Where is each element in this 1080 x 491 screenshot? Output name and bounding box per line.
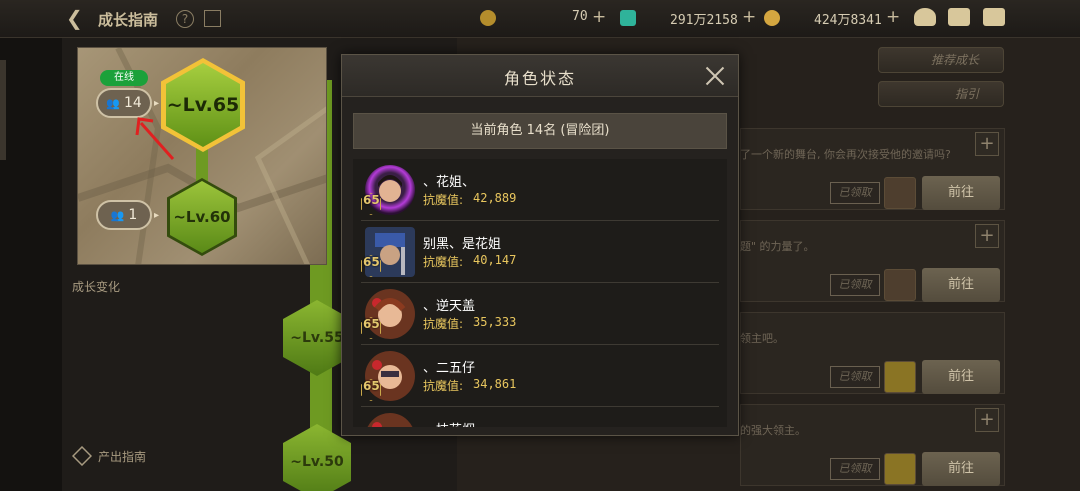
hex-connector [196, 148, 208, 182]
chevron-right-icon: ▸ [154, 98, 160, 109]
coin-stack-icon [884, 361, 916, 393]
level-label: ~Lv.60 [170, 181, 234, 253]
stat-label: 抗魔值: [423, 317, 464, 331]
currency-value: 291万2158 [670, 13, 738, 28]
people-icon: 👥 [106, 96, 120, 110]
left-edge-tab[interactable] [0, 60, 6, 160]
go-button[interactable]: 前往 [922, 268, 1000, 302]
mystery-reward-icon [884, 453, 916, 485]
gold-coin-icon [480, 10, 496, 26]
claimed-badge: 已领取 [830, 458, 880, 480]
currency-value: 424万8341 [814, 13, 882, 28]
dialog-title: 角色状态 [503, 69, 576, 88]
stat-label: 抗魔值: [423, 379, 464, 393]
guide-tab[interactable]: 指引 [878, 81, 1004, 107]
character-name: 、逆天盖 [423, 299, 476, 314]
anti-magic-value: 34,861 [473, 377, 517, 391]
produce-guide-icon [71, 445, 93, 467]
task-text: 领主吧。 [740, 332, 784, 345]
task-text: 题" 的力量了。 [740, 240, 815, 253]
go-button[interactable]: 前往 [922, 360, 1000, 394]
dialog-header: 角色状态 [342, 55, 738, 97]
stat-label: 抗魔值: [423, 255, 464, 269]
level-badge: 65 [363, 317, 385, 337]
online-badge: 在线 [100, 70, 148, 86]
chevron-right-icon: ▸ [154, 210, 160, 221]
character-name: 、花姐、 [423, 175, 476, 190]
player-count-pill[interactable]: 👥 14 [96, 88, 152, 118]
character-row[interactable]: 65 、花姐、 抗魔值: 42,889 [361, 159, 719, 221]
level-badge: 65 [363, 379, 385, 399]
level-badge: 65 [363, 193, 385, 213]
anti-magic-value: 42,889 [473, 191, 517, 205]
go-button[interactable]: 前往 [922, 176, 1000, 210]
reward-icon [884, 269, 916, 301]
character-row[interactable]: 65 别黑、是花姐 抗魔值: 40,147 [361, 221, 719, 283]
red-arrow-annotation [135, 117, 175, 160]
add-currency-button[interactable]: + [886, 7, 900, 27]
anti-magic-value: 35,333 [473, 315, 517, 329]
growth-change-label[interactable]: 成长变化 [72, 278, 120, 295]
character-status-dialog: 角色状态 当前角色 14名 (冒险团) 65 、花姐、 抗魔值: 42,889 … [341, 54, 739, 436]
add-currency-button[interactable]: + [592, 7, 606, 27]
expand-button[interactable]: + [975, 224, 999, 248]
reward-icon [884, 177, 916, 209]
bag-icon[interactable] [914, 8, 936, 26]
character-row[interactable]: 65 、二五仔 抗魔值: 34,861 [361, 345, 719, 407]
character-avatar [365, 413, 415, 427]
player-count-pill[interactable]: 👥 1 [96, 200, 152, 230]
character-name: 、技花烟 [423, 419, 475, 427]
expand-button[interactable]: + [975, 408, 999, 432]
character-name: 、二五仔 [423, 361, 476, 376]
character-row[interactable]: 65 、逆天盖 抗魔值: 35,333 [361, 283, 719, 345]
claimed-badge: 已领取 [830, 274, 880, 296]
add-currency-button[interactable]: + [742, 7, 756, 27]
claimed-badge: 已领取 [830, 366, 880, 388]
character-list[interactable]: 65 、花姐、 抗魔值: 42,889 65 别黑、是花姐 抗魔值: 40,14… [353, 159, 727, 427]
close-icon[interactable] [704, 65, 726, 87]
chat-icon[interactable] [983, 8, 1005, 26]
character-row[interactable]: 、技花烟 [361, 407, 719, 427]
page-title: 成长指南 [98, 11, 159, 29]
top-bar: ❮ 成长指南 ? 70 + 291万2158 + 424万8341 + [0, 0, 1080, 38]
back-arrow-icon[interactable]: ❮ [66, 7, 88, 29]
crystal-icon [620, 10, 636, 26]
produce-guide-label[interactable]: 产出指南 [98, 448, 146, 465]
player-count: 14 [123, 95, 142, 111]
claimed-badge: 已领取 [830, 182, 880, 204]
anti-magic-value: 40,147 [473, 253, 517, 267]
character-name: 别黑、是花姐 [423, 237, 502, 252]
task-text: 了一个新的舞台, 你会再次接受他的邀请吗? [740, 148, 951, 161]
people-icon: 👥 [110, 208, 125, 222]
character-count-header: 当前角色 14名 (冒险团) [353, 113, 727, 149]
portrait-icon [372, 422, 382, 427]
player-count: 1 [128, 207, 138, 223]
help-icon[interactable]: ? [176, 10, 194, 28]
level-badge: 65 [363, 255, 385, 275]
recommended-growth-tab[interactable]: 推荐成长 [878, 47, 1004, 73]
go-button[interactable]: 前往 [922, 452, 1000, 486]
expand-button[interactable]: + [975, 132, 999, 156]
book-icon[interactable] [204, 10, 221, 27]
task-text: 的强大领主。 [740, 424, 806, 437]
currency-value: 70 [572, 9, 588, 24]
mail-icon[interactable] [948, 8, 970, 26]
stat-label: 抗魔值: [423, 193, 464, 207]
coin-icon [764, 10, 780, 26]
